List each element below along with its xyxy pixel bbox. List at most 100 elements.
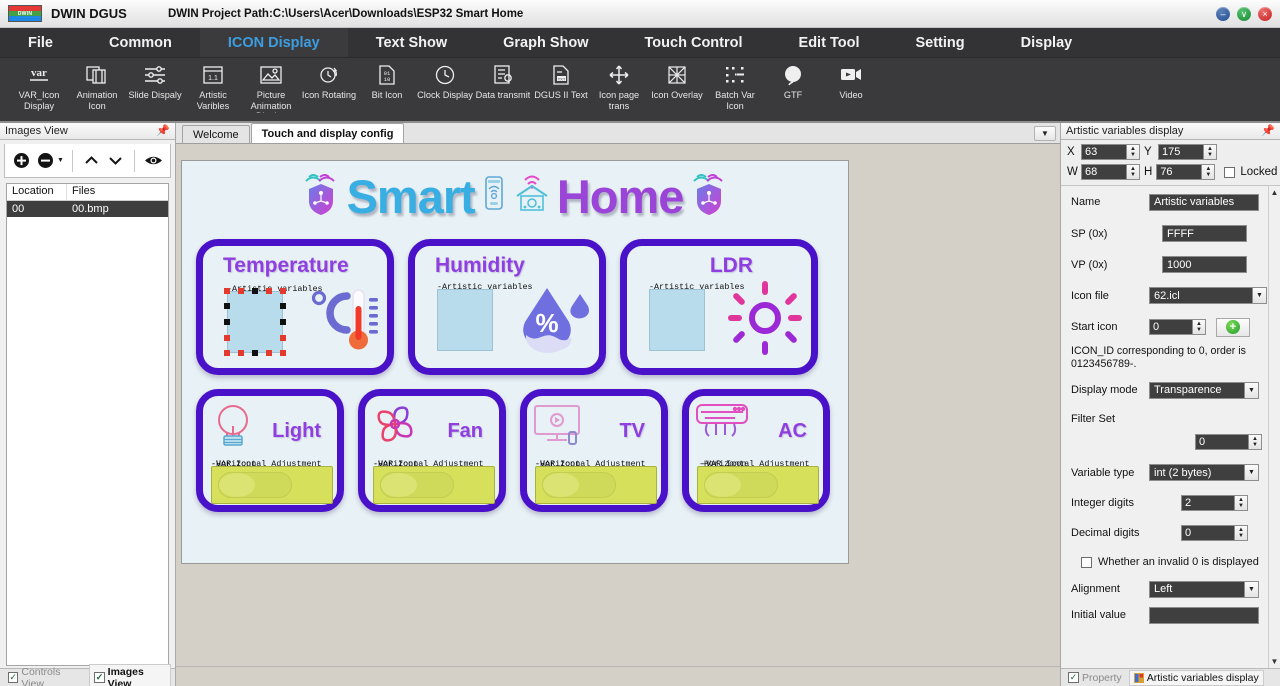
card-ac[interactable]: AC -VAR Icon -Horizontal Adjustment (682, 389, 830, 512)
maximize-button[interactable]: ∨ (1237, 7, 1251, 21)
ribbon-video[interactable]: Video (822, 58, 880, 101)
invalid-zero-row[interactable]: Whether an invalid 0 is displayed (1061, 548, 1280, 574)
minimize-button[interactable]: – (1216, 7, 1230, 21)
invalid-zero-checkbox[interactable] (1081, 556, 1092, 568)
horizontal-adjustment-slider[interactable] (697, 466, 819, 504)
ribbon-clock-display[interactable]: Clock Display (416, 58, 474, 101)
locked-checkbox-row[interactable]: Locked (1224, 166, 1277, 178)
card-light[interactable]: Light -VAR Icon -Horizontal Adjustment (196, 389, 344, 512)
scroll-up-icon[interactable]: ▲ (1271, 186, 1279, 199)
ribbon-batch-var-icon[interactable]: Batch Var Icon (706, 58, 764, 111)
stepper-arrows[interactable]: ▲ ▼ (1192, 320, 1205, 334)
tab-images-view[interactable]: ✓ Images View (89, 663, 171, 686)
menu-item-touch-control[interactable]: Touch Control (617, 28, 771, 57)
stepper-arrows[interactable]: ▲ ▼ (1201, 165, 1215, 179)
menu-item-common[interactable]: Common (81, 28, 200, 57)
card-fan[interactable]: Fan -VAR Icon -Horizontal Adjustment (358, 389, 506, 512)
h-stepper[interactable]: ▲▼ (1156, 164, 1216, 180)
stepper-arrows[interactable]: ▲ ▼ (1203, 145, 1216, 159)
menu-item-file[interactable]: File (0, 28, 81, 57)
stepper-arrows[interactable]: ▲ ▼ (1234, 526, 1247, 540)
integer-digits-stepper[interactable]: ▲▼ (1181, 495, 1248, 511)
horizontal-adjustment-slider[interactable] (373, 466, 495, 504)
ribbon-bit-icon[interactable]: 01 10 Bit Icon (358, 58, 416, 101)
start-icon-stepper[interactable]: ▲▼ (1149, 319, 1206, 335)
x-input[interactable] (1082, 145, 1126, 159)
integer-digits-input[interactable] (1182, 496, 1234, 510)
decimal-digits-input[interactable] (1182, 526, 1234, 540)
close-button[interactable]: × (1258, 7, 1272, 21)
ribbon-animation-icon[interactable]: Animation Icon (68, 58, 126, 111)
menu-item-graph-show[interactable]: Graph Show (475, 28, 616, 57)
chevron-down-icon[interactable]: ▼ (1244, 465, 1258, 480)
card-tv[interactable]: TV -VAR Icon -Horizontal Adjustment (520, 389, 668, 512)
ribbon-slide-display[interactable]: Slide Dispaly (126, 58, 184, 101)
move-up-button[interactable] (81, 150, 102, 171)
add-icon-button[interactable]: + (1216, 317, 1250, 337)
canvas-viewport[interactable]: Smart Home Temperature -Artistic variabl… (176, 144, 1060, 666)
y-stepper[interactable]: ▲▼ (1158, 144, 1217, 160)
card-ldr[interactable]: LDR -Artistic variables (620, 239, 818, 375)
y-input[interactable] (1159, 145, 1203, 159)
alignment-select[interactable]: Left ▼ (1149, 580, 1259, 598)
menu-item-setting[interactable]: Setting (887, 28, 992, 57)
artistic-variable-box[interactable] (437, 289, 493, 351)
x-stepper[interactable]: ▲▼ (1081, 144, 1140, 160)
decimal-digits-stepper[interactable]: ▲▼ (1181, 525, 1248, 541)
ribbon-artistic-variables[interactable]: 1.1 Artistic Varibles (184, 58, 242, 111)
chevron-down-icon[interactable]: ▼ (1252, 288, 1266, 303)
sp-input[interactable]: FFFF (1162, 225, 1247, 242)
move-down-button[interactable] (105, 150, 126, 171)
w-stepper[interactable]: ▲▼ (1081, 164, 1140, 180)
icon-file-select[interactable]: 62.icl ▼ (1149, 287, 1267, 304)
menu-item-edit-tool[interactable]: Edit Tool (771, 28, 888, 57)
chevron-down-icon[interactable]: ▼ (1244, 581, 1258, 597)
ribbon-data-transmit[interactable]: Data transmit (474, 58, 532, 101)
selection-handles[interactable] (224, 288, 286, 356)
w-input[interactable] (1082, 165, 1126, 179)
add-image-button[interactable] (11, 150, 32, 171)
pin-icon[interactable]: 📌 (1261, 124, 1275, 137)
ribbon-picture-animation-display[interactable]: Picture Animation Display (242, 58, 300, 113)
chevron-down-icon[interactable]: ▼ (57, 157, 64, 164)
images-file-list[interactable]: Location Files 00 00.bmp (6, 183, 169, 666)
display-mode-select[interactable]: Transparence ▼ (1149, 381, 1259, 399)
filter-set-input[interactable] (1196, 435, 1248, 449)
ribbon-var-icon-display[interactable]: var VAR_Icon Display (10, 58, 68, 111)
menu-item-display[interactable]: Display (993, 28, 1101, 57)
scroll-down-icon[interactable]: ▼ (1271, 655, 1279, 668)
ribbon-dgus-ii-text[interactable]: TXT DGUS II Text (532, 58, 590, 101)
tab-welcome[interactable]: Welcome (182, 125, 250, 143)
vp-input[interactable]: 1000 (1162, 256, 1247, 273)
locked-checkbox[interactable] (1224, 166, 1236, 178)
chevron-down-icon[interactable]: ▼ (1244, 382, 1258, 398)
stepper-arrows[interactable]: ▲ ▼ (1126, 145, 1139, 159)
menu-item-text-show[interactable]: Text Show (348, 28, 475, 57)
ribbon-icon-page-trans[interactable]: Icon page trans (590, 58, 648, 111)
stepper-arrows[interactable]: ▲ ▼ (1126, 165, 1139, 179)
artistic-variable-box[interactable] (649, 289, 705, 351)
start-icon-input[interactable] (1150, 320, 1192, 334)
card-humidity[interactable]: Humidity -Artistic variables % (408, 239, 606, 375)
name-input[interactable]: Artistic variables (1149, 193, 1259, 211)
preview-button[interactable] (143, 150, 164, 171)
horizontal-adjustment-slider[interactable] (535, 466, 657, 504)
tab-touch-and-display-config[interactable]: Touch and display config (250, 123, 405, 143)
ribbon-icon-rotating[interactable]: Icon Rotating (300, 58, 358, 101)
ribbon-icon-overlay[interactable]: Icon Overlay (648, 58, 706, 101)
pin-icon[interactable]: 📌 (156, 124, 170, 137)
ribbon-gtf[interactable]: GTF (764, 58, 822, 101)
horizontal-adjustment-slider[interactable] (211, 466, 333, 504)
stepper-arrows[interactable]: ▲ ▼ (1234, 496, 1247, 510)
variable-type-select[interactable]: int (2 bytes) ▼ (1149, 464, 1259, 481)
tab-property[interactable]: ✓ Property (1064, 671, 1126, 685)
h-input[interactable] (1157, 165, 1202, 179)
table-row[interactable]: 00 00.bmp (7, 201, 168, 217)
initial-value-input[interactable] (1149, 606, 1259, 624)
tab-controls-view[interactable]: ✓ Controls View (4, 665, 85, 686)
card-temperature[interactable]: Temperature -Artistic variables (196, 239, 394, 375)
menu-item-icon-display[interactable]: ICON Display (199, 28, 348, 57)
remove-image-button[interactable] (35, 150, 56, 171)
design-canvas[interactable]: Smart Home Temperature -Artistic variabl… (181, 160, 849, 564)
filter-set-stepper[interactable]: ▲▼ (1195, 434, 1262, 450)
